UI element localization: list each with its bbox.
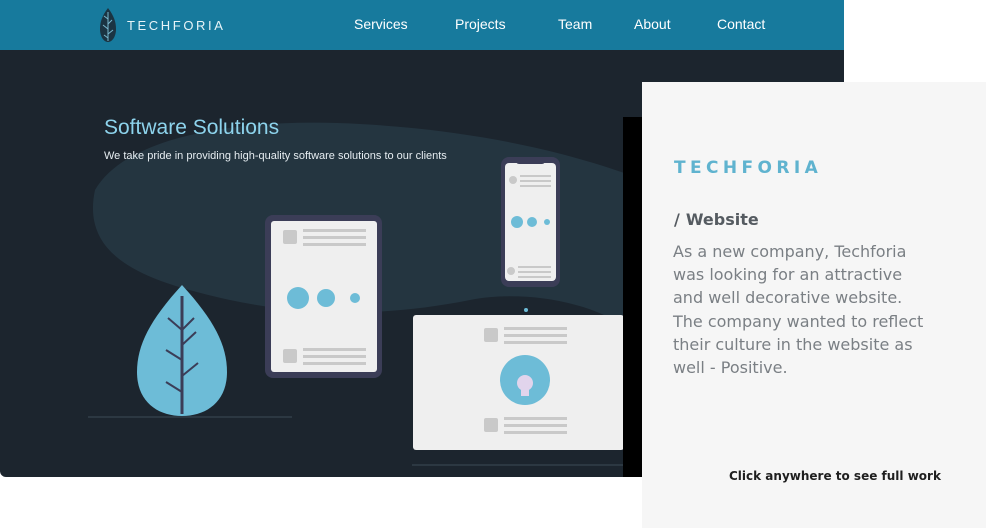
leaf-illustration-icon	[137, 285, 227, 416]
site-brand-name: TECHFORIA	[127, 17, 226, 33]
leaf-logo-icon	[100, 8, 116, 42]
site-navbar: TECHFORIA Services Projects Team About C…	[0, 0, 844, 50]
nav-contact[interactable]: Contact	[717, 16, 765, 32]
hero-subtitle: We take pride in providing high-quality …	[104, 150, 447, 162]
see-full-work-link[interactable]: Click anywhere to see full work	[729, 469, 941, 483]
project-info-card[interactable]: TECHFORIA / Website As a new company, Tec…	[642, 82, 986, 528]
nav-projects[interactable]: Projects	[455, 16, 506, 32]
tablet-illustration	[265, 215, 382, 378]
nav-team[interactable]: Team	[558, 16, 592, 32]
site-brand[interactable]: TECHFORIA	[99, 5, 226, 45]
phone-illustration	[501, 157, 560, 287]
browser-illustration	[413, 315, 624, 450]
project-description: As a new company, Techforia was looking …	[673, 242, 924, 378]
project-category: / Website	[674, 210, 759, 229]
portfolio-preview: TECHFORIA Services Projects Team About C…	[0, 0, 986, 528]
project-brand: TECHFORIA	[674, 158, 823, 178]
category-label: Website	[685, 210, 759, 229]
nav-about[interactable]: About	[634, 16, 671, 32]
category-slash: /	[674, 210, 680, 229]
nav-services[interactable]: Services	[354, 16, 408, 32]
hero-title: Software Solutions	[104, 116, 280, 139]
